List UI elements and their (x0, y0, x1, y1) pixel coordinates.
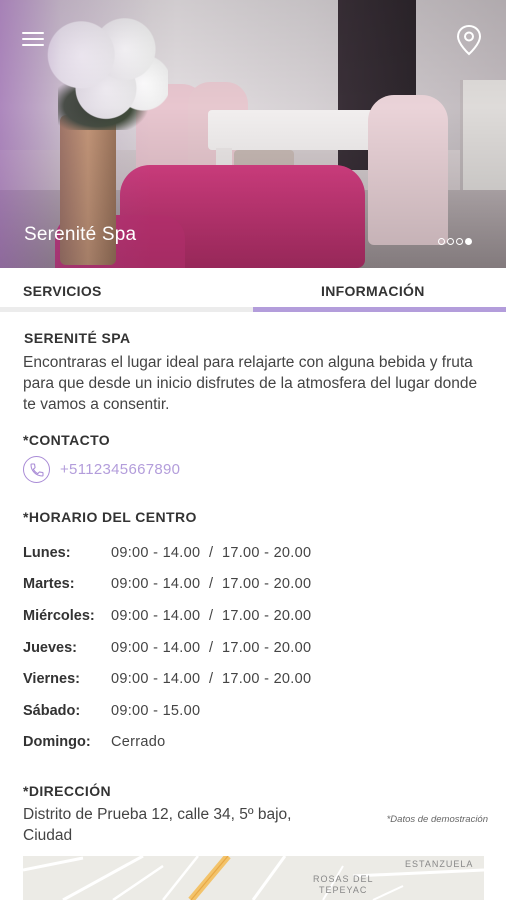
hours-day: Viernes: (23, 671, 80, 688)
hours-row: Miércoles: 09:00 - 14.00 / 17.00 - 20.00 (23, 600, 488, 632)
hours-table: Lunes: 09:00 - 14.00 / 17.00 - 20.00 Mar… (23, 537, 488, 758)
demo-note: *Datos de demostración (386, 814, 488, 826)
hours-row: Martes: 09:00 - 14.00 / 17.00 - 20.00 (23, 569, 488, 601)
hamburger-menu-icon[interactable] (22, 28, 44, 50)
tab-bar: SERVICIOS INFORMACIÓN (0, 268, 506, 312)
address-row: Distrito de Prueba 12, calle 34, 5º bajo… (23, 804, 488, 846)
hours-time: Cerrado (111, 734, 166, 751)
hero-image: Serenité Spa (0, 0, 506, 268)
hours-time: 09:00 - 14.00 / 17.00 - 20.00 (111, 576, 312, 593)
map-pin-icon[interactable] (455, 24, 483, 56)
phone-icon[interactable] (23, 456, 50, 483)
carousel-indicator[interactable] (438, 238, 472, 245)
tab-label: SERVICIOS (23, 283, 102, 299)
hours-time: 09:00 - 15.00 (111, 702, 201, 719)
hours-time: 09:00 - 14.00 / 17.00 - 20.00 (111, 607, 312, 624)
carousel-dot[interactable] (438, 238, 445, 245)
hours-time: 09:00 - 14.00 / 17.00 - 20.00 (111, 639, 312, 656)
hours-heading: *HORARIO DEL CENTRO (23, 509, 197, 525)
contact-row[interactable]: +5112345667890 (23, 456, 488, 483)
contact-heading: *CONTACTO (23, 432, 111, 448)
hours-day: Domingo: (23, 734, 91, 751)
hours-row: Jueves: 09:00 - 14.00 / 17.00 - 20.00 (23, 632, 488, 664)
menu-line (22, 44, 44, 46)
hours-day: Lunes: (23, 544, 71, 561)
menu-line (22, 32, 44, 34)
location-map[interactable]: ROSAS DEL TEPEYAC ESTANZUELA (23, 856, 484, 900)
carousel-dot[interactable] (447, 238, 454, 245)
hours-day: Sábado: (23, 702, 81, 719)
hours-day: Martes: (23, 576, 75, 593)
carousel-dot-active[interactable] (465, 238, 472, 245)
spa-description: Encontraras el lugar ideal para relajart… (23, 354, 478, 413)
menu-line (22, 38, 44, 40)
hours-row: Sábado: 09:00 - 15.00 (23, 695, 488, 727)
hero-title: Serenité Spa (24, 224, 137, 245)
hours-row: Domingo: Cerrado (23, 727, 488, 759)
map-label: TEPEYAC (319, 885, 368, 895)
address-heading: *DIRECCIÓN (23, 783, 112, 800)
tab-informacion[interactable]: INFORMACIÓN (253, 268, 506, 312)
tab-servicios[interactable]: SERVICIOS (0, 268, 253, 312)
tab-label: INFORMACIÓN (321, 283, 425, 299)
address-line: Ciudad (23, 827, 73, 845)
map-label: ROSAS DEL (313, 874, 374, 884)
hours-day: Jueves: (23, 639, 78, 656)
hours-time: 09:00 - 14.00 / 17.00 - 20.00 (111, 544, 312, 561)
address-line: Distrito de Prueba 12, calle 34, 5º bajo… (23, 806, 292, 824)
hours-row: Viernes: 09:00 - 14.00 / 17.00 - 20.00 (23, 663, 488, 695)
hours-row: Lunes: 09:00 - 14.00 / 17.00 - 20.00 (23, 537, 488, 569)
hours-time: 09:00 - 14.00 / 17.00 - 20.00 (111, 671, 312, 688)
carousel-dot[interactable] (456, 238, 463, 245)
info-content: SERENITÉ SPA Encontraras el lugar ideal … (23, 312, 488, 846)
spa-name-heading: SERENITÉ SPA (24, 330, 131, 346)
address-text: Distrito de Prueba 12, calle 34, 5º bajo… (23, 804, 291, 846)
phone-number-link[interactable]: +5112345667890 (60, 461, 180, 478)
map-label: ESTANZUELA (405, 859, 474, 869)
hours-day: Miércoles: (23, 607, 95, 624)
